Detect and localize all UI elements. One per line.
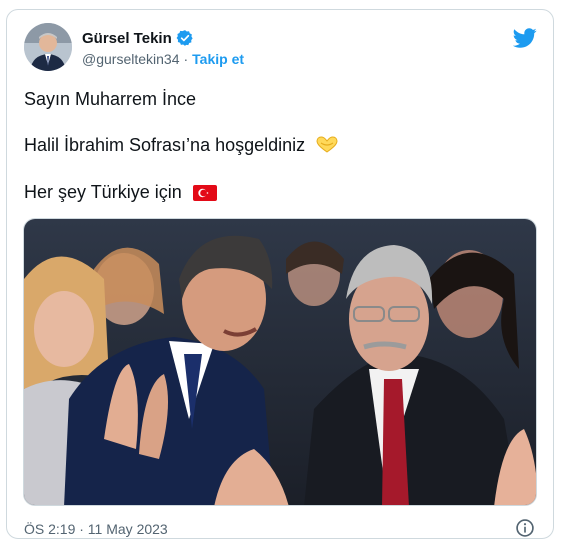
- follow-button[interactable]: Takip et: [192, 51, 244, 67]
- separator-dot: ·: [183, 51, 189, 67]
- info-icon[interactable]: [515, 518, 535, 538]
- tweet-line-1: Sayın Muharrem İnce: [24, 89, 197, 109]
- tweet-line-3: Her şey Türkiye için: [24, 182, 217, 206]
- tweet-photo-image: [24, 219, 536, 505]
- tweet-line-2-text: Halil İbrahim Sofrası’na hoşgeldiniz: [24, 135, 306, 155]
- handle[interactable]: @gurseltekin34: [82, 51, 180, 67]
- handshake-heart-icon: [316, 136, 338, 159]
- tweet-line-3-text: Her şey Türkiye için: [24, 182, 182, 202]
- tweet-card[interactable]: Gürsel Tekin @gurseltekin34 · Takip et S…: [6, 9, 554, 539]
- verified-badge-icon: [176, 30, 193, 46]
- tweet-line-2: Halil İbrahim Sofrası’na hoşgeldiniz: [24, 135, 338, 159]
- twitter-bird-icon[interactable]: [513, 26, 537, 50]
- turkish-flag-icon: [192, 185, 217, 206]
- tweet-photo[interactable]: [23, 218, 537, 506]
- avatar-image: [24, 23, 72, 71]
- display-name[interactable]: Gürsel Tekin: [82, 30, 172, 47]
- tweet-timestamp[interactable]: ÖS 2:19 · 11 May 2023: [24, 521, 168, 537]
- avatar[interactable]: [24, 23, 72, 71]
